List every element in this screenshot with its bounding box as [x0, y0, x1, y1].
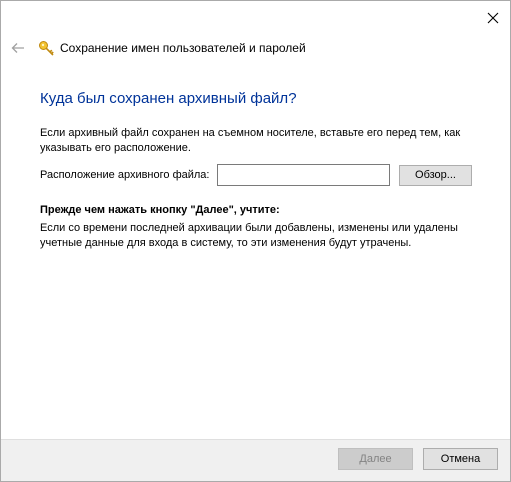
key-icon	[39, 40, 54, 56]
next-button[interactable]: Далее	[338, 448, 413, 470]
location-label: Расположение архивного файла:	[40, 169, 210, 181]
page-heading: Куда был сохранен архивный файл?	[40, 90, 297, 107]
dialog-window: Сохранение имен пользователей и паролей …	[0, 0, 511, 482]
close-button[interactable]	[482, 7, 504, 29]
note-heading: Прежде чем нажать кнопку "Далее", учтите…	[40, 204, 280, 216]
location-input[interactable]	[217, 164, 390, 186]
description-text: Если архивный файл сохранен на съемном н…	[40, 127, 461, 154]
close-icon	[487, 12, 499, 24]
footer-bar: Далее Отмена	[1, 439, 510, 481]
window-title: Сохранение имен пользователей и паролей	[60, 41, 306, 55]
location-row: Расположение архивного файла: Обзор...	[40, 164, 472, 186]
back-arrow-icon[interactable]	[10, 40, 26, 56]
cancel-button[interactable]: Отмена	[423, 448, 498, 470]
wizard-header: Сохранение имен пользователей и паролей	[9, 37, 502, 59]
note-text: Если со времени последней архивации были…	[40, 222, 458, 249]
browse-button[interactable]: Обзор...	[399, 164, 472, 186]
